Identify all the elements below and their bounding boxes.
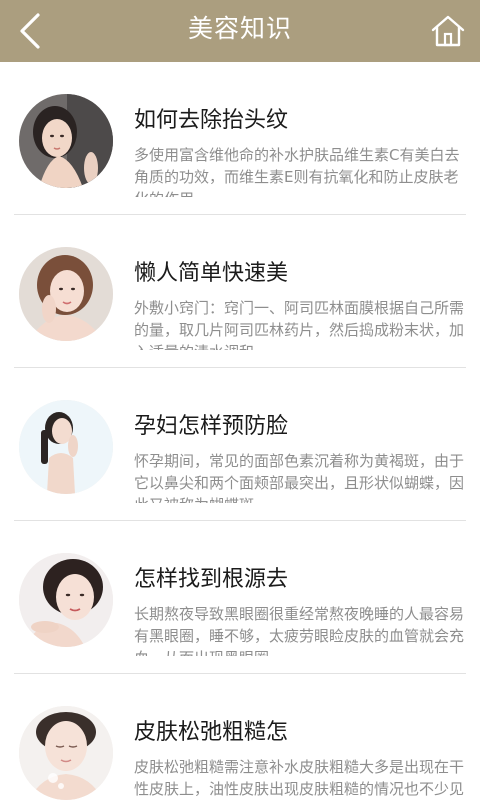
- list-item[interactable]: 如何去除抬头纹 多使用富含维他命的补水护肤品维生素C有美白去角质的功效，而维生素…: [0, 62, 480, 215]
- article-thumbnail: [19, 553, 113, 647]
- article-thumbnail: [19, 247, 113, 341]
- article-summary: 外敷小窍门：窍门一、阿司匹林面膜根据自己所需的量，取几片阿司匹林药片，然后捣成粉…: [134, 299, 465, 350]
- list-item[interactable]: 懒人简单快速美 外敷小窍门：窍门一、阿司匹林面膜根据自己所需的量，取几片阿司匹林…: [0, 215, 480, 368]
- article-title: 孕妇怎样预防脸: [134, 414, 289, 439]
- article-thumbnail: [19, 706, 113, 800]
- article-title: 如何去除抬头纹: [134, 108, 289, 133]
- article-title: 皮肤松弛粗糙怎: [134, 720, 289, 745]
- article-title: 怎样找到根源去: [134, 567, 289, 592]
- article-list: 如何去除抬头纹 多使用富含维他命的补水护肤品维生素C有美白去角质的功效，而维生素…: [0, 62, 480, 800]
- home-icon: [431, 15, 465, 47]
- article-thumbnail: [19, 400, 113, 494]
- article-title: 懒人简单快速美: [134, 261, 289, 286]
- article-thumbnail: [19, 94, 113, 188]
- article-summary: 多使用富含维他命的补水护肤品维生素C有美白去角质的功效，而维生素E则有抗氧化和防…: [134, 146, 460, 197]
- article-summary: 怀孕期间，常见的面部色素沉着称为黄褐斑，由于它以鼻尖和两个面颊部最突出，且形状似…: [134, 452, 465, 503]
- back-button[interactable]: [8, 6, 52, 56]
- app-screen: 美容知识 如何去除抬头纹 多使用富含维他命的补水护肤品维生素C有美白去角质的功效…: [0, 0, 480, 800]
- list-item[interactable]: 孕妇怎样预防脸 怀孕期间，常见的面部色素沉着称为黄褐斑，由于它以鼻尖和两个面颊部…: [0, 368, 480, 521]
- article-summary: 长期熬夜导致黑眼圈很重经常熬夜晚睡的人最容易有黑眼圈，睡不够，太疲劳眼睑皮肤的血…: [134, 605, 465, 656]
- top-bar: 美容知识: [0, 0, 480, 62]
- list-item[interactable]: 皮肤松弛粗糙怎 皮肤松弛粗糙需注意补水皮肤粗糙大多是出现在干性皮肤上，油性皮肤出…: [0, 674, 480, 800]
- list-item[interactable]: 怎样找到根源去 长期熬夜导致黑眼圈很重经常熬夜晚睡的人最容易有黑眼圈，睡不够，太…: [0, 521, 480, 674]
- article-summary: 皮肤松弛粗糙需注意补水皮肤粗糙大多是出现在干性皮肤上，油性皮肤出现皮肤粗糙的情况…: [134, 758, 465, 798]
- home-button[interactable]: [424, 8, 472, 54]
- page-title: 美容知识: [187, 14, 292, 43]
- chevron-left-icon: [20, 13, 40, 49]
